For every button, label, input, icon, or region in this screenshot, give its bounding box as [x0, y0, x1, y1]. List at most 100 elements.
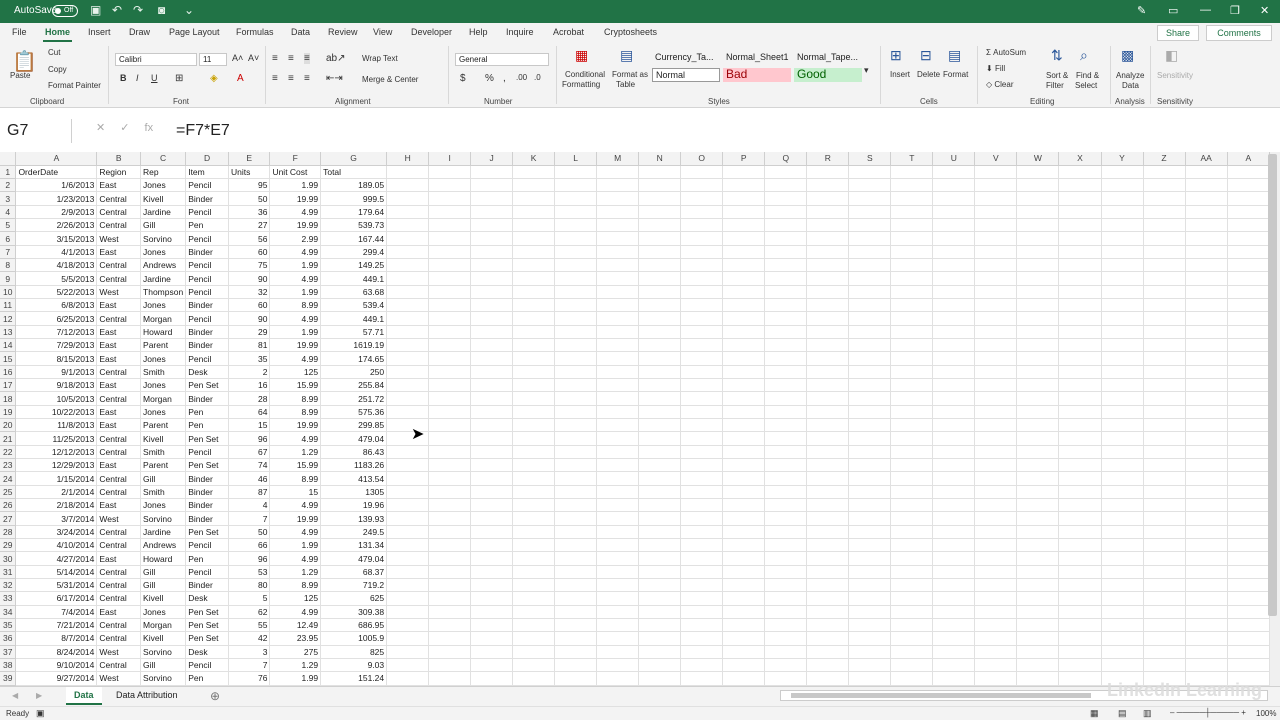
cell[interactable]: [596, 538, 640, 553]
cell[interactable]: [512, 671, 556, 686]
cell[interactable]: [932, 298, 976, 313]
row-header[interactable]: 21: [0, 431, 17, 446]
cell[interactable]: [1101, 578, 1144, 593]
cell[interactable]: 1.99: [269, 285, 322, 300]
column-header[interactable]: L: [554, 152, 598, 166]
cell[interactable]: [1016, 618, 1060, 633]
cell[interactable]: [470, 485, 514, 500]
cell[interactable]: 174.65: [320, 351, 388, 366]
cell[interactable]: Central: [96, 471, 142, 486]
undo-icon[interactable]: ↶: [112, 3, 122, 17]
cell[interactable]: [806, 458, 850, 473]
font-shrink-icon[interactable]: A˅: [248, 53, 259, 63]
cell[interactable]: [1101, 338, 1144, 353]
cell[interactable]: [1016, 578, 1060, 593]
cell[interactable]: [680, 591, 724, 606]
cell[interactable]: 1183.26: [320, 458, 388, 473]
cell[interactable]: [848, 431, 892, 446]
cell[interactable]: Pencil: [185, 351, 229, 366]
cell[interactable]: [554, 325, 598, 340]
cell[interactable]: [680, 538, 724, 553]
cell[interactable]: [554, 285, 598, 300]
cell[interactable]: [1101, 178, 1144, 193]
cell[interactable]: [1016, 485, 1060, 500]
cell[interactable]: [386, 458, 430, 473]
cell[interactable]: [764, 618, 808, 633]
cell[interactable]: 6/17/2014: [15, 591, 98, 606]
cell[interactable]: [1227, 271, 1270, 286]
cell[interactable]: [764, 405, 808, 420]
cell[interactable]: 12.49: [269, 618, 322, 633]
cell[interactable]: [1143, 498, 1186, 513]
cell[interactable]: 4.99: [269, 271, 322, 286]
cell[interactable]: [1058, 191, 1102, 206]
name-box[interactable]: G7: [0, 119, 72, 143]
cell[interactable]: [932, 325, 976, 340]
cell[interactable]: Parent: [140, 418, 187, 433]
cell[interactable]: Total: [320, 165, 388, 180]
cell[interactable]: Central: [96, 631, 142, 646]
cell[interactable]: [1227, 298, 1270, 313]
font-color-icon[interactable]: A: [237, 73, 244, 84]
restore-icon[interactable]: ❐: [1230, 4, 1240, 17]
cell[interactable]: 9/27/2014: [15, 671, 98, 686]
cell[interactable]: 9/1/2013: [15, 365, 98, 380]
cell[interactable]: [764, 378, 808, 393]
paste-button[interactable]: Paste: [10, 71, 30, 80]
row-header[interactable]: 32: [0, 578, 17, 593]
cell[interactable]: [1058, 418, 1102, 433]
cell[interactable]: [974, 311, 1018, 326]
cell[interactable]: [722, 645, 766, 659]
cell[interactable]: [554, 658, 598, 673]
cell[interactable]: [596, 245, 640, 260]
cell[interactable]: 76: [228, 671, 271, 686]
cell[interactable]: [596, 551, 640, 566]
cell[interactable]: 2/1/2014: [15, 485, 98, 500]
row-header[interactable]: 28: [0, 525, 17, 540]
cell[interactable]: [722, 191, 766, 206]
cell[interactable]: [386, 245, 430, 260]
cell[interactable]: [470, 258, 514, 273]
cell[interactable]: [428, 391, 472, 406]
cell[interactable]: Jardine: [140, 525, 187, 540]
cell[interactable]: 3: [228, 645, 271, 659]
tab-developer[interactable]: Developer: [411, 27, 452, 37]
cell[interactable]: [890, 418, 934, 433]
cell[interactable]: [596, 498, 640, 513]
cell[interactable]: [1058, 431, 1102, 446]
row-header[interactable]: 19: [0, 405, 17, 420]
cell[interactable]: East: [96, 405, 142, 420]
cell[interactable]: [932, 311, 976, 326]
cell[interactable]: 19.99: [269, 418, 322, 433]
cell[interactable]: 1/6/2013: [15, 178, 98, 193]
cell[interactable]: [890, 378, 934, 393]
cell[interactable]: [722, 565, 766, 580]
cell[interactable]: [848, 245, 892, 260]
cell[interactable]: [848, 205, 892, 220]
cell[interactable]: [470, 431, 514, 446]
cell[interactable]: 825: [320, 645, 388, 659]
cell[interactable]: [596, 591, 640, 606]
cell[interactable]: Smith: [140, 485, 187, 500]
cell[interactable]: [470, 178, 514, 193]
cell[interactable]: [428, 445, 472, 460]
cell[interactable]: [806, 525, 850, 540]
cell[interactable]: [470, 365, 514, 380]
cell[interactable]: [1101, 591, 1144, 606]
row-header[interactable]: 15: [0, 351, 17, 366]
cell[interactable]: [932, 485, 976, 500]
cell[interactable]: [1101, 391, 1144, 406]
cell[interactable]: [680, 378, 724, 393]
cell[interactable]: [512, 431, 556, 446]
cell[interactable]: [386, 485, 430, 500]
cell[interactable]: [848, 165, 892, 180]
cell[interactable]: [1227, 405, 1270, 420]
cell[interactable]: [386, 511, 430, 526]
cell[interactable]: [890, 338, 934, 353]
cell[interactable]: [1058, 591, 1102, 606]
cell[interactable]: [638, 285, 682, 300]
customize-qat-icon[interactable]: ⌄: [184, 3, 194, 17]
cell[interactable]: [1016, 351, 1060, 366]
cell[interactable]: [638, 511, 682, 526]
cell[interactable]: East: [96, 458, 142, 473]
